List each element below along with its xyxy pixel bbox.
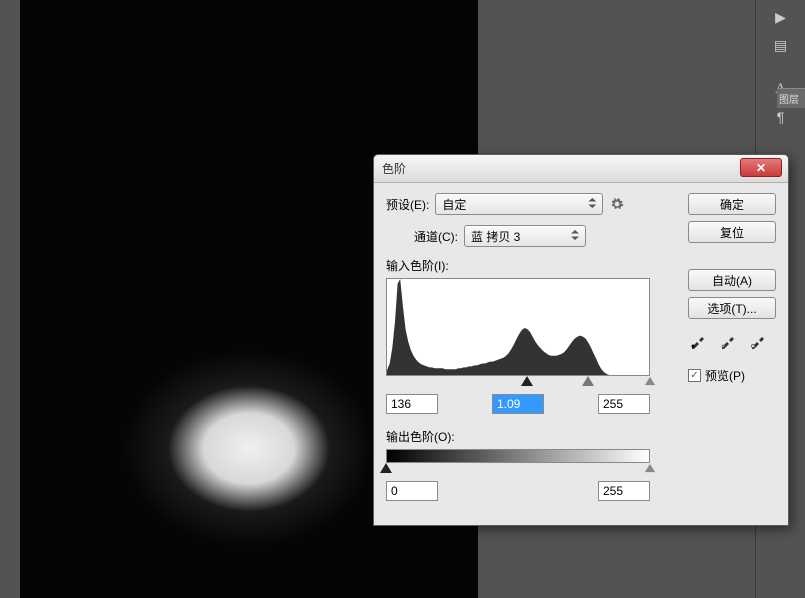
input-white-field[interactable] <box>598 394 650 414</box>
paragraph-icon[interactable]: ¶ <box>767 106 795 128</box>
layers-panel-tab[interactable]: 图层 <box>777 88 805 108</box>
input-slider-track[interactable] <box>386 376 650 390</box>
output-black-field[interactable] <box>386 481 438 501</box>
preset-label: 预设(E): <box>386 196 429 213</box>
step-icon[interactable]: ▤ <box>767 34 795 56</box>
output-black-slider[interactable] <box>380 463 392 473</box>
output-gradient <box>386 449 650 463</box>
auto-button[interactable]: 自动(A) <box>688 269 776 291</box>
gamma-slider[interactable] <box>582 376 594 386</box>
channel-select[interactable]: 蓝 拷贝 3 <box>464 225 586 247</box>
white-eyedropper-icon[interactable] <box>748 331 768 351</box>
levels-dialog: 色阶 ✕ 预设(E): 自定 通道(C): 蓝 拷贝 3 <box>373 154 789 526</box>
white-point-slider[interactable] <box>644 376 656 386</box>
dialog-title: 色阶 <box>382 160 406 177</box>
black-eyedropper-icon[interactable] <box>688 331 708 351</box>
dialog-titlebar[interactable]: 色阶 ✕ <box>374 155 788 183</box>
output-slider-track[interactable] <box>386 463 650 477</box>
input-levels-label: 输入色阶(I): <box>386 257 676 274</box>
input-gamma-field[interactable] <box>492 394 544 414</box>
histogram <box>386 278 650 376</box>
ok-button[interactable]: 确定 <box>688 193 776 215</box>
play-icon[interactable]: ▶ <box>767 6 795 28</box>
output-levels-label: 输出色阶(O): <box>386 428 676 445</box>
preview-checkbox[interactable]: ✓ <box>688 369 701 382</box>
channel-label: 通道(C): <box>414 228 458 245</box>
gray-eyedropper-icon[interactable] <box>718 331 738 351</box>
preview-label: 预览(P) <box>705 367 745 384</box>
input-black-field[interactable] <box>386 394 438 414</box>
options-button[interactable]: 选项(T)... <box>688 297 776 319</box>
output-white-field[interactable] <box>598 481 650 501</box>
preset-select[interactable]: 自定 <box>435 193 603 215</box>
black-point-slider[interactable] <box>521 376 533 386</box>
close-icon: ✕ <box>756 161 766 175</box>
output-white-slider[interactable] <box>644 463 656 473</box>
gear-icon[interactable] <box>609 196 625 212</box>
close-button[interactable]: ✕ <box>740 158 782 177</box>
reset-button[interactable]: 复位 <box>688 221 776 243</box>
